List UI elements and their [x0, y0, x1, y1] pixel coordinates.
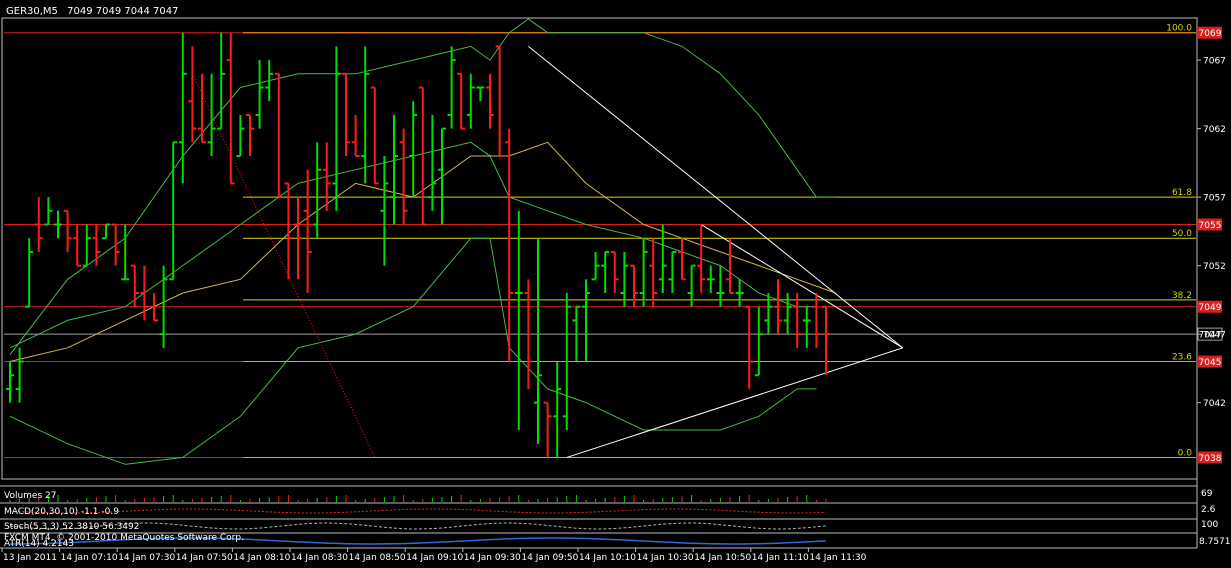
price-level-box-label: 7069 [1199, 29, 1222, 39]
x-tick-label: 14 Jan 08:50 [349, 553, 406, 563]
fib-level-label: 100.0 [1166, 24, 1192, 34]
ohlc-readout: 7049 7049 7044 7047 [67, 6, 178, 17]
x-tick-label: 14 Jan 07:10 [61, 553, 118, 563]
price-level-box-label: 7049 [1199, 303, 1222, 313]
y-tick-label: 7042 [1203, 399, 1226, 409]
x-tick-label: 14 Jan 09:30 [464, 553, 521, 563]
x-tick-label: 14 Jan 11:10 [752, 553, 809, 563]
fib-level-label: 50.0 [1172, 229, 1192, 239]
fib-level-label: 0.0 [1178, 448, 1193, 458]
x-tick-label: 14 Jan 08:10 [233, 553, 290, 563]
price-level-box-label: 7038 [1199, 454, 1222, 464]
chart-symbol-title: GER30,M5 7049 7049 7044 7047 [6, 6, 178, 17]
atr-scale-label: 8.7571 [1199, 537, 1231, 547]
fib-level-label: 23.6 [1172, 353, 1192, 363]
x-tick-label: 13 Jan 2011 [3, 553, 57, 563]
atr-label: ATR(14) 4.2143 [4, 539, 74, 549]
x-tick-label: 14 Jan 08:30 [291, 553, 348, 563]
x-tick-label: 14 Jan 10:10 [579, 553, 636, 563]
macd-label: MACD(20,30,10) -1.1 -0.9 [4, 507, 119, 517]
x-tick-label: 14 Jan 07:30 [118, 553, 175, 563]
y-tick-label: 7062 [1203, 125, 1226, 135]
fib-level-label: 38.2 [1172, 291, 1192, 301]
price-level-box-label: 7055 [1199, 221, 1222, 231]
y-tick-label: 7052 [1203, 262, 1226, 272]
y-tick-label: 7067 [1203, 57, 1226, 67]
stoch-scale-label: 100 [1201, 520, 1218, 530]
volumes-scale-label: 69 [1201, 489, 1213, 499]
x-tick-label: 14 Jan 11:30 [809, 553, 866, 563]
stoch-label: Stoch(5,3,3) 52.3810 56.3492 [4, 522, 139, 532]
price-chart[interactable]: 100.0 61.8 50.0 38.2 23.6 0.0 7069 7055 7049 7045… [0, 0, 1231, 564]
x-tick-label: 14 Jan 10:30 [637, 553, 694, 563]
x-tick-label: 14 Jan 07:50 [176, 553, 233, 563]
x-tick-label: 14 Jan 09:10 [406, 553, 463, 563]
volumes-label: Volumes 27 [4, 491, 56, 501]
price-level-box-label: 7045 [1199, 358, 1222, 368]
fib-level-label: 61.8 [1172, 188, 1192, 198]
macd-scale-label: 2.6 [1201, 505, 1216, 515]
x-tick-label: 14 Jan 09:50 [521, 553, 578, 563]
y-tick-label: 7047 [1203, 331, 1226, 341]
y-tick-label: 7057 [1203, 194, 1226, 204]
x-tick-label: 14 Jan 10:50 [694, 553, 751, 563]
symbol-label: GER30,M5 [6, 6, 58, 17]
